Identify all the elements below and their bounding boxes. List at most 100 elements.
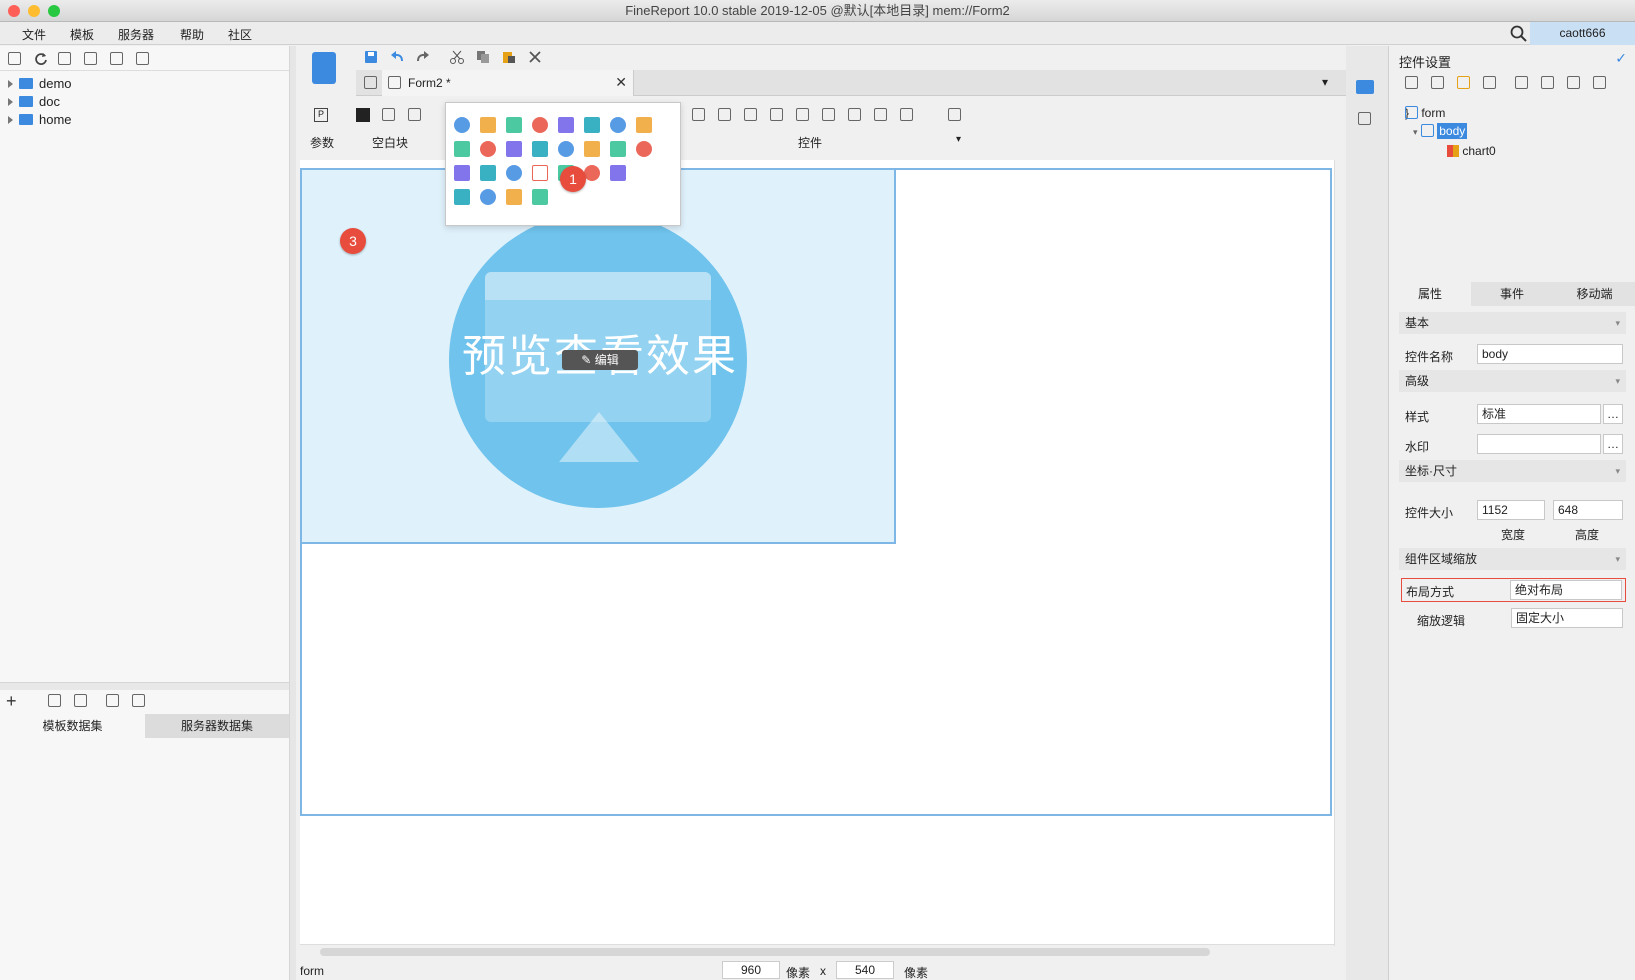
tab-mobile[interactable]: 移动端 <box>1553 282 1635 306</box>
add-dataset-icon[interactable]: + <box>6 691 17 712</box>
preview-icon[interactable] <box>948 108 961 121</box>
treemap-chart-icon[interactable] <box>584 141 600 157</box>
multi-pie-icon[interactable] <box>454 189 470 205</box>
tab-block-icon[interactable] <box>408 108 421 121</box>
menu-community[interactable]: 社区 <box>228 26 252 43</box>
radar-chart-icon[interactable] <box>610 117 626 133</box>
save-icon[interactable] <box>364 50 378 64</box>
search-icon[interactable] <box>1510 25 1527 42</box>
combo-chart-icon[interactable] <box>480 141 496 157</box>
delete-icon[interactable] <box>74 694 87 707</box>
expand-arrow-icon[interactable] <box>8 98 13 106</box>
section-zoom[interactable]: 组件区域缩放 ▾ <box>1399 548 1626 570</box>
tree-node-body[interactable]: ▾ body <box>1413 123 1468 139</box>
panel-splitter[interactable] <box>0 682 289 690</box>
ring-gauge-icon[interactable] <box>584 165 600 181</box>
tree-item-doc[interactable]: doc <box>8 94 60 109</box>
tree-item-demo[interactable]: demo <box>8 76 72 91</box>
width-input[interactable]: 960 <box>722 961 780 979</box>
cut-icon[interactable] <box>450 50 464 64</box>
frame-chart-icon[interactable] <box>610 165 626 181</box>
tab-menu-icon[interactable]: ▾ <box>1322 75 1328 89</box>
blank-block-icon[interactable] <box>356 108 370 122</box>
layout-select[interactable]: 绝对布局 <box>1510 580 1622 600</box>
checkbox-list-icon[interactable] <box>770 108 783 121</box>
copy-icon[interactable] <box>1431 76 1444 89</box>
menu-server[interactable]: 服务器 <box>118 26 154 43</box>
textarea-icon[interactable] <box>848 108 861 121</box>
gis-map-icon[interactable] <box>636 141 652 157</box>
expand-arrow-icon[interactable] <box>8 80 13 88</box>
left-collapse-strip[interactable] <box>290 46 296 980</box>
button-icon[interactable] <box>718 108 731 121</box>
preview-icon[interactable] <box>106 694 119 707</box>
undo-icon[interactable] <box>390 50 404 64</box>
scrollbar-thumb[interactable] <box>320 948 1210 956</box>
column-chart-icon[interactable] <box>480 117 496 133</box>
delete-icon[interactable] <box>528 50 542 64</box>
cut-icon[interactable] <box>1405 76 1418 89</box>
map-chart-icon[interactable] <box>532 141 548 157</box>
split-block-icon[interactable] <box>382 108 395 121</box>
area-chart-icon[interactable] <box>558 117 574 133</box>
gantt-chart-icon[interactable] <box>454 165 470 181</box>
edit-chart-button[interactable]: ✎ 编辑 <box>562 350 638 370</box>
date-icon[interactable] <box>796 108 809 121</box>
grid-icon[interactable] <box>364 76 377 89</box>
word-cloud-icon[interactable] <box>506 165 522 181</box>
section-advanced[interactable]: 高级 ▾ <box>1399 370 1626 392</box>
tree-node-form[interactable]: form <box>1405 106 1445 120</box>
bar-chart-icon[interactable] <box>506 117 522 133</box>
number-icon[interactable] <box>822 108 835 121</box>
expand-arrow-icon[interactable] <box>8 116 13 124</box>
open-template-icon[interactable] <box>58 52 71 65</box>
widget-settings-icon[interactable] <box>1356 80 1374 94</box>
menu-file[interactable]: 文件 <box>22 26 46 43</box>
text-chart-icon[interactable] <box>532 165 548 181</box>
check-icon[interactable]: ✓ <box>1615 50 1627 67</box>
bubble-chart-icon[interactable] <box>454 141 470 157</box>
height-input[interactable]: 540 <box>836 961 894 979</box>
copy-icon[interactable] <box>476 50 490 64</box>
watermark-input[interactable] <box>1477 434 1601 454</box>
structure-chart-icon[interactable] <box>480 189 496 205</box>
redo-icon[interactable] <box>416 50 430 64</box>
delete-icon[interactable] <box>110 52 123 65</box>
server-dataset-icon[interactable] <box>132 694 145 707</box>
collapse-arrow-icon[interactable]: ▾ <box>1413 127 1418 137</box>
style-more-button[interactable]: … <box>1603 404 1623 424</box>
tab-template-dataset[interactable]: 模板数据集 <box>0 714 145 738</box>
gauge-chart-icon[interactable] <box>584 117 600 133</box>
tab-form2[interactable]: Form2 * ✕ <box>382 70 634 96</box>
expand-widgets-icon[interactable]: ▾ <box>956 134 961 145</box>
refresh-icon[interactable] <box>34 52 48 66</box>
section-coords[interactable]: 坐标·尺寸 ▾ <box>1399 460 1626 482</box>
move-up-icon[interactable] <box>1567 76 1580 89</box>
close-window-button[interactable] <box>8 5 20 17</box>
section-basic[interactable]: 基本 ▾ <box>1399 312 1626 334</box>
donut-chart-icon[interactable] <box>506 141 522 157</box>
org-chart-icon[interactable] <box>532 189 548 205</box>
paste-icon[interactable] <box>1457 76 1470 89</box>
zoom-window-button[interactable] <box>48 5 60 17</box>
delete-icon[interactable] <box>1483 76 1496 89</box>
horizontal-scrollbar[interactable] <box>300 944 1334 958</box>
flow-chart-icon[interactable] <box>506 189 522 205</box>
tab-server-dataset[interactable]: 服务器数据集 <box>145 714 289 738</box>
form-designer-icon[interactable] <box>312 52 336 84</box>
new-folder-icon[interactable] <box>8 52 21 65</box>
heat-map-icon[interactable] <box>558 141 574 157</box>
settings-icon[interactable] <box>84 52 97 65</box>
dropdown-icon[interactable] <box>744 108 757 121</box>
name-input[interactable]: body <box>1477 344 1623 364</box>
tab-events[interactable]: 事件 <box>1471 282 1553 306</box>
vertical-scrollbar[interactable] <box>1334 160 1346 946</box>
tree-node-chart0[interactable]: chart0 <box>1447 144 1496 158</box>
move-top-icon[interactable] <box>1515 76 1528 89</box>
move-down-icon[interactable] <box>1593 76 1606 89</box>
label-icon[interactable] <box>692 108 705 121</box>
close-tab-icon[interactable]: ✕ <box>615 74 627 91</box>
edit-icon[interactable] <box>48 694 61 707</box>
pie-chart-icon[interactable] <box>454 117 470 133</box>
range-chart-icon[interactable] <box>480 165 496 181</box>
